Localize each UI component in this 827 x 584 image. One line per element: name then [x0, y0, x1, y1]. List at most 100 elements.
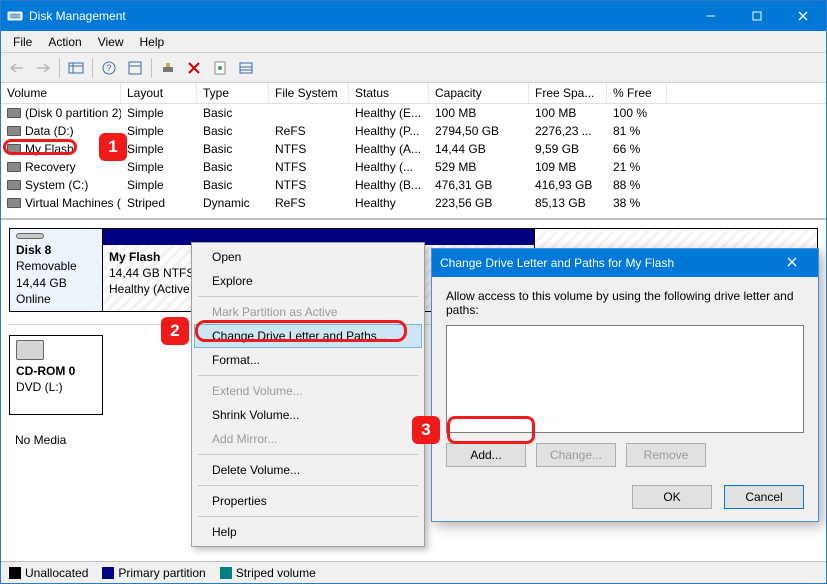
paths-listbox[interactable]: [446, 325, 804, 433]
cell-type: Basic: [197, 175, 269, 195]
close-button[interactable]: [780, 1, 826, 31]
dialog-instruction: Allow access to this volume by using the…: [446, 289, 804, 317]
ctx-shrink[interactable]: Shrink Volume...: [194, 403, 422, 427]
cell-capacity: 476,31 GB: [429, 175, 529, 195]
table-row[interactable]: Data (D:)SimpleBasicReFSHealthy (P...279…: [1, 122, 826, 140]
menu-view[interactable]: View: [90, 33, 132, 51]
volume-name: Virtual Machines (...: [25, 196, 121, 210]
forward-button: [31, 56, 55, 80]
ctx-properties[interactable]: Properties: [194, 489, 422, 513]
ctx-format[interactable]: Format...: [194, 348, 422, 372]
cell-layout: Simple: [121, 157, 197, 177]
cell-pfree: 88 %: [607, 175, 667, 195]
col-fs[interactable]: File System: [269, 83, 349, 103]
toolbar-view-icon[interactable]: [64, 56, 88, 80]
cell-type: Basic: [197, 103, 269, 123]
col-type[interactable]: Type: [197, 83, 269, 103]
back-button: [5, 56, 29, 80]
table-row[interactable]: Virtual Machines (...StripedDynamicReFSH…: [1, 194, 826, 212]
volume-icon: [7, 144, 21, 154]
menu-file[interactable]: File: [5, 33, 40, 51]
cell-capacity: 223,56 GB: [429, 193, 529, 213]
disk8-header[interactable]: Disk 8 Removable 14,44 GB Online: [9, 228, 103, 312]
toolbar-properties-icon[interactable]: [208, 56, 232, 80]
ctx-explore[interactable]: Explore: [194, 269, 422, 293]
cdrom-header[interactable]: CD-ROM 0 DVD (L:): [9, 335, 103, 415]
cell-type: Basic: [197, 139, 269, 159]
col-free[interactable]: Free Spa...: [529, 83, 607, 103]
cell-status: Healthy (...: [349, 157, 429, 177]
table-row[interactable]: (Disk 0 partition 2)SimpleBasicHealthy (…: [1, 104, 826, 122]
menu-action[interactable]: Action: [40, 33, 89, 51]
cell-pfree: 100 %: [607, 103, 667, 123]
ok-button[interactable]: OK: [632, 485, 712, 509]
cell-layout: Simple: [121, 175, 197, 195]
toolbar-list-icon[interactable]: [234, 56, 258, 80]
legend: Unallocated Primary partition Striped vo…: [1, 561, 826, 583]
col-capacity[interactable]: Capacity: [429, 83, 529, 103]
col-pfree[interactable]: % Free: [607, 83, 667, 103]
cancel-button[interactable]: Cancel: [724, 485, 804, 509]
volume-icon: [7, 180, 21, 190]
cell-type: Basic: [197, 121, 269, 141]
volume-name: (Disk 0 partition 2): [25, 106, 121, 120]
legend-striped: Striped volume: [236, 566, 316, 580]
cell-capacity: 14,44 GB: [429, 139, 529, 159]
add-button[interactable]: Add...: [446, 443, 526, 467]
cell-free: 2276,23 ...: [529, 121, 607, 141]
maximize-button[interactable]: [734, 1, 780, 31]
cell-free: 85,13 GB: [529, 193, 607, 213]
table-row[interactable]: Recovery SimpleBasicNTFSHealthy (...529 M…: [1, 158, 826, 176]
toolbar-delete-icon[interactable]: [182, 56, 206, 80]
cell-layout: Simple: [121, 121, 197, 141]
cell-status: Healthy (E...: [349, 103, 429, 123]
volume-list-header: Volume Layout Type File System Status Ca…: [1, 83, 826, 104]
cell-fs: ReFS: [269, 121, 349, 141]
cell-fs: NTFS: [269, 157, 349, 177]
minimize-button[interactable]: [688, 1, 734, 31]
cell-status: Healthy (A...: [349, 139, 429, 159]
volume-list[interactable]: Volume Layout Type File System Status Ca…: [1, 83, 826, 219]
toolbar-settings-icon[interactable]: [156, 56, 180, 80]
ctx-change-drive-letter[interactable]: Change Drive Letter and Paths...: [194, 324, 422, 348]
dialog-close-button[interactable]: [774, 256, 810, 270]
disk8-state: Online: [16, 291, 96, 307]
legend-striped-swatch: [220, 567, 232, 579]
col-status[interactable]: Status: [349, 83, 429, 103]
disk8-title: Disk 8: [16, 242, 96, 258]
table-row[interactable]: My FlashSimpleBasicNTFSHealthy (A...14,4…: [1, 140, 826, 158]
cell-type: Basic: [197, 157, 269, 177]
ctx-mark-active: Mark Partition as Active: [194, 300, 422, 324]
cell-fs: NTFS: [269, 175, 349, 195]
ctx-delete[interactable]: Delete Volume...: [194, 458, 422, 482]
toolbar-help-icon[interactable]: ?: [97, 56, 121, 80]
cell-free: 109 MB: [529, 157, 607, 177]
remove-button: Remove: [626, 443, 706, 467]
cell-fs: NTFS: [269, 139, 349, 159]
cdrom-icon: [16, 340, 44, 360]
cell-free: 100 MB: [529, 103, 607, 123]
cdrom-sub: DVD (L:): [16, 379, 96, 395]
graphical-view: Disk 8 Removable 14,44 GB Online My Flas…: [1, 219, 826, 561]
col-volume[interactable]: Volume: [1, 83, 121, 103]
ctx-open[interactable]: Open: [194, 245, 422, 269]
volume-name: My Flash: [25, 142, 74, 156]
cell-status: Healthy (P...: [349, 121, 429, 141]
table-row[interactable]: System (C:)SimpleBasicNTFSHealthy (B...4…: [1, 176, 826, 194]
volume-name: Recovery: [25, 160, 76, 174]
col-layout[interactable]: Layout: [121, 83, 197, 103]
cell-capacity: 100 MB: [429, 103, 529, 123]
legend-unallocated: Unallocated: [25, 566, 88, 580]
legend-primary-swatch: [102, 567, 114, 579]
menu-help[interactable]: Help: [132, 33, 173, 51]
titlebar: Disk Management: [1, 1, 826, 31]
toolbar-refresh-icon[interactable]: [123, 56, 147, 80]
cell-layout: Striped: [121, 193, 197, 213]
svg-text:?: ?: [106, 63, 111, 73]
ctx-help[interactable]: Help: [194, 520, 422, 544]
cell-pfree: 66 %: [607, 139, 667, 159]
cell-status: Healthy: [349, 193, 429, 213]
cell-pfree: 38 %: [607, 193, 667, 213]
cell-capacity: 529 MB: [429, 157, 529, 177]
legend-unallocated-swatch: [9, 567, 21, 579]
